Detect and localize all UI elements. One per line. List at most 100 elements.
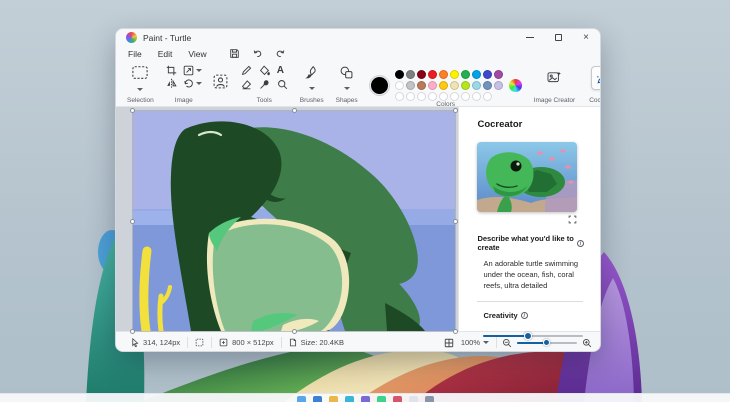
maximize-icon (555, 34, 562, 41)
empty-color-slot[interactable] (450, 92, 459, 101)
empty-color-slot[interactable] (472, 92, 481, 101)
remove-background-icon[interactable] (212, 73, 229, 90)
generated-image-thumbnail[interactable] (477, 142, 577, 212)
menu-item-edit[interactable]: Edit (158, 49, 173, 59)
selection-handle[interactable] (453, 219, 458, 224)
shapes-button[interactable] (339, 65, 354, 80)
redo-icon[interactable] (274, 47, 287, 60)
image-creator-button[interactable]: Image Creator (527, 61, 583, 106)
taskbar-app-icon[interactable] (345, 396, 354, 402)
panel-divider (477, 301, 583, 302)
color-swatch[interactable] (417, 81, 426, 90)
empty-color-slot[interactable] (395, 92, 404, 101)
chevron-down-icon[interactable] (344, 87, 350, 90)
empty-color-slot[interactable] (428, 92, 437, 101)
menu-item-file[interactable]: File (128, 49, 142, 59)
chevron-down-icon[interactable] (137, 88, 143, 91)
fit-to-screen-icon[interactable] (444, 338, 454, 348)
chevron-down-icon[interactable] (196, 82, 202, 85)
color-swatch[interactable] (406, 70, 415, 79)
chevron-down-icon[interactable] (196, 69, 202, 72)
taskbar[interactable] (0, 393, 730, 402)
rotate-button[interactable] (183, 78, 202, 89)
taskbar-app-icon[interactable] (377, 396, 386, 402)
content-area: Cocreator (116, 107, 600, 331)
color-swatch[interactable] (395, 81, 404, 90)
color-swatch[interactable] (395, 70, 404, 79)
colors-group: Colors (365, 61, 527, 106)
zoom-slider[interactable] (517, 339, 577, 347)
cursor-icon (131, 338, 139, 347)
eraser-tool-icon[interactable] (241, 79, 252, 90)
prompt-text[interactable]: An adorable turtle swimming under the oc… (483, 259, 583, 292)
color-swatch[interactable] (472, 81, 481, 90)
selection-handle[interactable] (130, 329, 135, 334)
crop-button[interactable] (166, 65, 177, 76)
maximize-button[interactable] (544, 29, 572, 46)
resize-button[interactable] (183, 65, 202, 76)
generated-turtle-image (477, 142, 577, 212)
taskbar-app-icon[interactable] (393, 396, 402, 402)
selection-handle[interactable] (453, 329, 458, 334)
selection-tool-button[interactable] (131, 65, 149, 81)
undo-icon[interactable] (251, 47, 264, 60)
color-swatch[interactable] (428, 81, 437, 90)
current-color-swatch[interactable] (370, 76, 389, 95)
paint-canvas[interactable] (133, 111, 455, 331)
color-swatch[interactable] (417, 70, 426, 79)
save-icon[interactable] (228, 47, 241, 60)
taskbar-app-icon[interactable] (313, 396, 322, 402)
minimize-button[interactable] (516, 29, 544, 46)
cursor-position: 314, 124px (124, 338, 187, 347)
magnifier-tool-icon[interactable] (277, 79, 288, 90)
taskbar-app-icon[interactable] (361, 396, 370, 402)
color-swatch[interactable] (450, 81, 459, 90)
taskbar-app-icon[interactable] (409, 396, 418, 402)
close-button[interactable]: × (572, 29, 600, 46)
selection-handle[interactable] (453, 108, 458, 113)
color-picker-tool-icon[interactable] (259, 79, 270, 90)
empty-color-slot[interactable] (439, 92, 448, 101)
flip-button[interactable] (166, 78, 177, 89)
selection-handle[interactable] (292, 108, 297, 113)
empty-color-slot[interactable] (461, 92, 470, 101)
color-swatch[interactable] (461, 70, 470, 79)
taskbar-app-icon[interactable] (329, 396, 338, 402)
color-swatch[interactable] (472, 70, 481, 79)
empty-color-slot[interactable] (483, 92, 492, 101)
canvas-dimensions: 800 × 512px (212, 338, 281, 347)
empty-color-slot[interactable] (406, 92, 415, 101)
empty-color-slot[interactable] (417, 92, 426, 101)
selection-handle[interactable] (130, 219, 135, 224)
minimize-icon (526, 37, 534, 38)
edit-colors-icon[interactable] (509, 79, 522, 92)
cocreator-button[interactable]: Cocreator (582, 61, 601, 106)
color-swatch[interactable] (461, 81, 470, 90)
taskbar-app-icon[interactable] (297, 396, 306, 402)
color-swatch[interactable] (494, 70, 503, 79)
color-swatch[interactable] (439, 81, 448, 90)
color-swatch[interactable] (450, 70, 459, 79)
text-tool-icon[interactable]: A (277, 66, 288, 76)
selection-handle[interactable] (130, 108, 135, 113)
color-swatch[interactable] (406, 81, 415, 90)
chevron-down-icon[interactable] (309, 87, 315, 90)
taskbar-app-icon[interactable] (425, 396, 434, 402)
expand-thumbnail-icon[interactable] (568, 215, 577, 224)
brushes-button[interactable] (304, 65, 319, 80)
menu-item-view[interactable]: View (188, 49, 206, 59)
color-swatch[interactable] (428, 70, 437, 79)
zoom-in-icon[interactable] (582, 338, 592, 348)
cocreator-panel-title: Cocreator (477, 119, 584, 130)
color-swatch[interactable] (483, 81, 492, 90)
zoom-slider-thumb[interactable] (543, 339, 550, 346)
fill-tool-icon[interactable] (259, 65, 270, 76)
pencil-tool-icon[interactable] (241, 65, 252, 76)
info-icon[interactable]: i (521, 312, 528, 319)
color-swatch[interactable] (483, 70, 492, 79)
selection-handle[interactable] (292, 329, 297, 334)
info-icon[interactable]: i (577, 240, 584, 247)
color-swatch[interactable] (439, 70, 448, 79)
title-bar[interactable]: Paint - Turtle × (116, 29, 600, 46)
color-swatch[interactable] (494, 81, 503, 90)
